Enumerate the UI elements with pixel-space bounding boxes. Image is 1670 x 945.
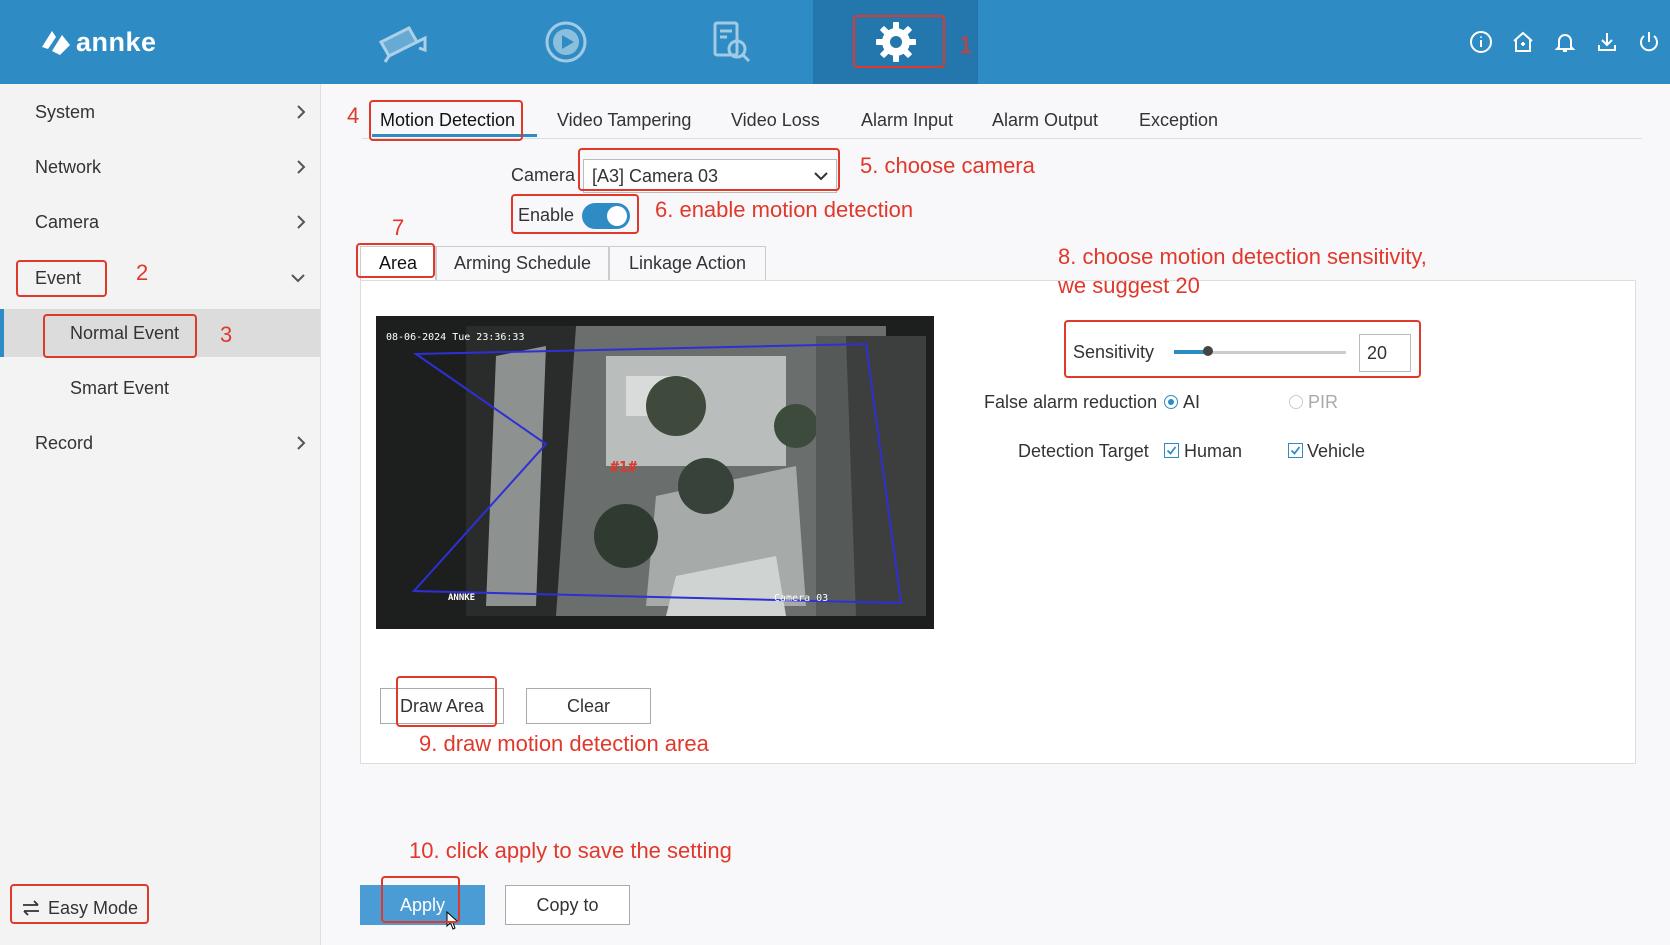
sidebar-item-record[interactable]: Record xyxy=(0,415,320,471)
annotation-box-normal-event xyxy=(43,314,197,358)
sidebar-subitem-label: Smart Event xyxy=(70,377,170,398)
sidebar-item-system[interactable]: System xyxy=(0,84,320,140)
bell-icon xyxy=(1554,34,1576,52)
video-watermark: ANNKE xyxy=(448,593,476,603)
false-alarm-option-pir: PIR xyxy=(1308,392,1339,412)
info-icon xyxy=(1470,31,1492,53)
annotation-box-sensitivity xyxy=(1064,320,1421,378)
copy-to-button[interactable]: Copy to xyxy=(505,885,630,925)
home-icon xyxy=(1513,31,1533,52)
annotation-box-camera xyxy=(578,148,840,191)
download-button[interactable] xyxy=(1586,21,1628,63)
tab-alarm-output[interactable]: Alarm Output xyxy=(992,110,1098,131)
info-button[interactable] xyxy=(1460,21,1502,63)
logo-icon xyxy=(42,31,70,55)
chevron-down-icon xyxy=(291,274,305,283)
annotation-step-1: 1 xyxy=(959,32,973,59)
detection-target-human: Human xyxy=(1184,441,1243,461)
tab-alarm-input[interactable]: Alarm Input xyxy=(861,110,953,131)
annotation-box-easy-mode xyxy=(10,884,149,924)
download-icon xyxy=(1598,33,1616,51)
annotation-step-10: 10. click apply to save the setting xyxy=(409,838,732,863)
clear-button[interactable]: Clear xyxy=(526,688,651,724)
false-alarm-radio-pir[interactable] xyxy=(1289,395,1303,409)
area-label: #1# xyxy=(610,458,638,476)
chevron-right-icon xyxy=(297,105,306,119)
annotation-step-8-line2: we suggest 20 xyxy=(1058,273,1200,298)
subtab-linkage-action[interactable]: Linkage Action xyxy=(609,246,766,280)
annotation-step-8-line1: 8. choose motion detection sensitivity, xyxy=(1058,244,1427,269)
chevron-right-icon xyxy=(297,215,306,229)
clear-label: Clear xyxy=(566,695,610,716)
false-alarm-option-ai: AI xyxy=(1183,392,1201,412)
checkmark-icon xyxy=(1166,446,1177,455)
camera-feed-image xyxy=(376,316,934,629)
sidebar-item-label: Record xyxy=(35,432,94,453)
brand-logo: annke xyxy=(38,22,157,62)
power-icon xyxy=(1640,32,1658,52)
detection-target-human-checkbox[interactable] xyxy=(1164,443,1179,458)
detection-target-vehicle-checkbox[interactable] xyxy=(1288,443,1303,458)
annotation-box-area xyxy=(356,243,435,278)
sidebar-item-label: System xyxy=(35,101,96,122)
chevron-right-icon xyxy=(297,436,306,450)
logout-button[interactable] xyxy=(1628,21,1670,63)
home-button[interactable] xyxy=(1502,21,1544,63)
top-bar: annke xyxy=(0,0,1670,84)
sidebar-item-label: Camera xyxy=(35,211,100,232)
camera-icon xyxy=(378,26,426,63)
subtab-label: Linkage Action xyxy=(628,253,747,273)
sidebar-item-camera[interactable]: Camera xyxy=(0,194,320,250)
tab-video-tampering[interactable]: Video Tampering xyxy=(557,110,691,131)
logo-text: annke xyxy=(76,26,157,57)
search-icon xyxy=(713,21,750,63)
annotation-step-7: 7 xyxy=(392,215,405,240)
playback-icon xyxy=(545,21,586,63)
header-actions xyxy=(1460,0,1670,84)
annotation-box-apply xyxy=(381,876,460,923)
annotation-box-settings xyxy=(853,15,945,68)
sidebar-item-network[interactable]: Network xyxy=(0,139,320,195)
false-alarm-radio-ai[interactable] xyxy=(1164,395,1178,409)
copy-to-label: Copy to xyxy=(536,894,599,915)
video-timestamp: 08-06-2024 Tue 23:36:33 xyxy=(386,332,525,343)
annotation-step-3: 3 xyxy=(220,322,233,347)
subtab-label: Arming Schedule xyxy=(453,253,592,273)
nav-live-view[interactable] xyxy=(318,0,483,84)
detection-target-label: Detection Target xyxy=(1018,441,1149,461)
tab-video-loss[interactable]: Video Loss xyxy=(731,110,820,131)
annotation-box-event xyxy=(16,260,107,297)
annotation-step-5: 5. choose camera xyxy=(860,153,1035,178)
checkmark-icon xyxy=(1290,446,1301,455)
annotation-box-motion-detection xyxy=(369,100,523,141)
tab-exception[interactable]: Exception xyxy=(1139,110,1218,131)
chevron-right-icon xyxy=(297,160,306,174)
camera-label: Camera xyxy=(511,165,576,185)
notification-button[interactable] xyxy=(1544,21,1586,63)
annotation-step-4: 4 xyxy=(347,103,360,128)
annotation-step-2: 2 xyxy=(136,260,149,285)
false-alarm-label: False alarm reduction xyxy=(984,392,1158,412)
sidebar-item-label: Network xyxy=(35,156,102,177)
video-camera-name: Camera 03 xyxy=(774,593,829,604)
sidebar-subitem-smart-event[interactable]: Smart Event xyxy=(0,364,320,412)
annotation-box-enable xyxy=(511,194,639,234)
detection-target-vehicle: Vehicle xyxy=(1307,441,1366,461)
annotation-step-9: 9. draw motion detection area xyxy=(419,731,709,756)
subtab-arming-schedule[interactable]: Arming Schedule xyxy=(436,246,609,280)
annotation-step-6: 6. enable motion detection xyxy=(655,197,914,222)
annotation-box-draw-area xyxy=(396,676,497,727)
camera-preview[interactable]: 08-06-2024 Tue 23:36:33 #1# ANNKE Camera… xyxy=(376,316,934,629)
nav-search[interactable] xyxy=(648,0,813,84)
nav-playback[interactable] xyxy=(483,0,648,84)
